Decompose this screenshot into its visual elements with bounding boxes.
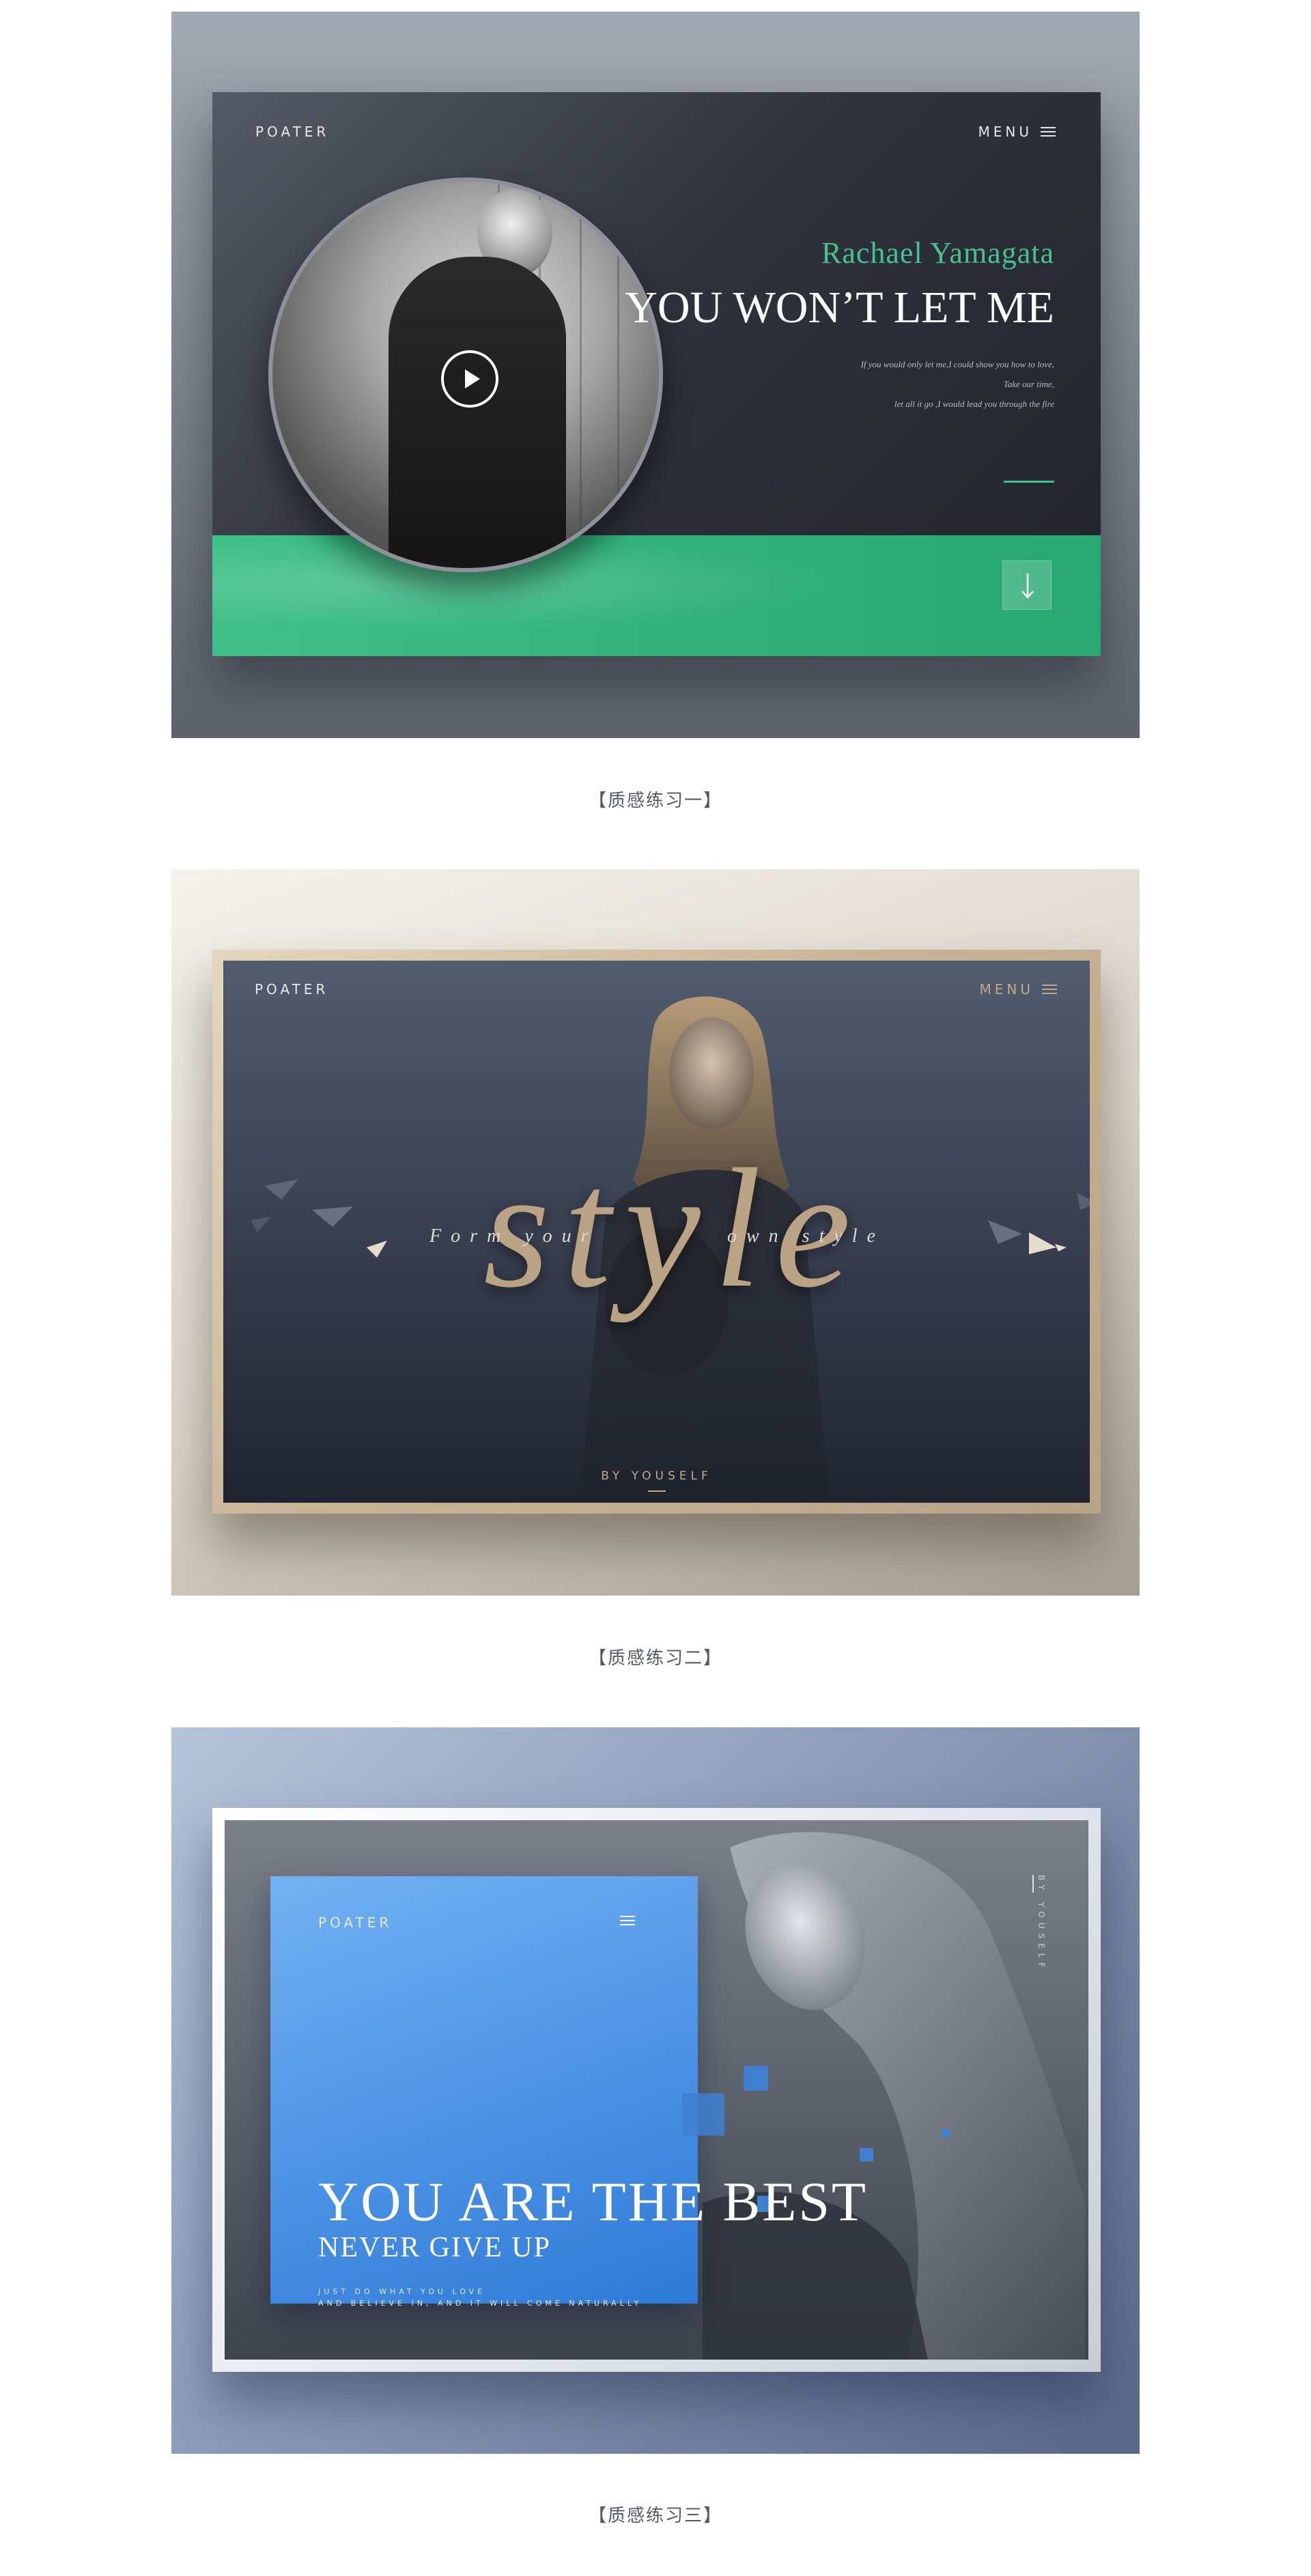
poster-panel-3: BY YOUSELF POATER YOU ARE THE BEST NEVER… [171, 1727, 1140, 2454]
tagline-right: own style [727, 1226, 885, 1247]
lyric-line: If you would only let me,I could show yo… [860, 359, 1054, 369]
silver-frame: BY YOUSELF POATER YOU ARE THE BEST NEVER… [212, 1808, 1101, 2372]
logo[interactable]: POATER [255, 124, 329, 140]
menu-button[interactable]: MENU [978, 124, 1056, 140]
body-line: AND BELIEVE IN, AND IT WILL COME NATURAL… [318, 2299, 643, 2308]
decor-square [942, 2129, 950, 2137]
menu-icon [1042, 985, 1057, 994]
scroll-down-button[interactable] [1002, 561, 1052, 610]
poster-panel-2: POATER MENU style Form your own style BY… [171, 869, 1140, 1596]
menu-icon [1041, 127, 1056, 137]
portrait-body [389, 257, 566, 568]
play-button[interactable] [441, 350, 498, 408]
tagline-left: Form your [429, 1226, 598, 1247]
arrow-down-icon [1021, 574, 1034, 599]
lyrics: If you would only let me,I could show yo… [767, 354, 1054, 414]
body-text: JUST DO WHAT YOU LOVE AND BELIEVE IN, AN… [318, 2286, 642, 2309]
caption-1: 【质感练习一】 [588, 791, 722, 811]
footer-underline [648, 1490, 666, 1492]
menu-icon[interactable] [620, 1916, 635, 1925]
decor-square [682, 2093, 724, 2136]
poster-canvas: POATER MENU style Form your own style BY… [223, 961, 1090, 1503]
music-card: POATER MENU Rachael Yamagata YOU WON’T L… [212, 92, 1101, 656]
play-icon [465, 369, 480, 388]
lyric-line: let all it go ,I would lead you through … [894, 399, 1054, 409]
body-line: JUST DO WHAT YOU LOVE [318, 2287, 486, 2296]
menu-label: MENU [978, 124, 1032, 140]
lyric-line: Take our time, [1003, 379, 1054, 389]
logo[interactable]: POATER [318, 1914, 392, 1931]
headline: YOU ARE THE BEST [318, 2170, 869, 2233]
by-yourself-link[interactable]: BY YOUSELF [223, 1469, 1090, 1483]
decor-square [860, 2148, 873, 2162]
song-title: YOU WON’T LET ME [625, 283, 1054, 332]
menu-button[interactable]: MENU [979, 981, 1057, 997]
accent-divider [1004, 481, 1054, 483]
artist-name: Rachael Yamagata [821, 236, 1054, 270]
vertical-caption: BY YOUSELF [1037, 1875, 1046, 1972]
album-disc [268, 178, 663, 572]
caption-2: 【质感练习二】 [588, 1648, 722, 1669]
caption-3: 【质感练习三】 [588, 2506, 722, 2526]
logo[interactable]: POATER [255, 981, 328, 997]
subheadline: NEVER GIVE UP [318, 2232, 551, 2263]
gold-frame: POATER MENU style Form your own style BY… [212, 950, 1101, 1514]
menu-label: MENU [979, 981, 1034, 997]
poster-canvas: BY YOUSELF POATER YOU ARE THE BEST NEVER… [225, 1820, 1088, 2360]
green-footer-band [212, 535, 1101, 656]
poster-panel-1: POATER MENU Rachael Yamagata YOU WON’T L… [171, 12, 1140, 738]
decor-square [744, 2066, 768, 2091]
